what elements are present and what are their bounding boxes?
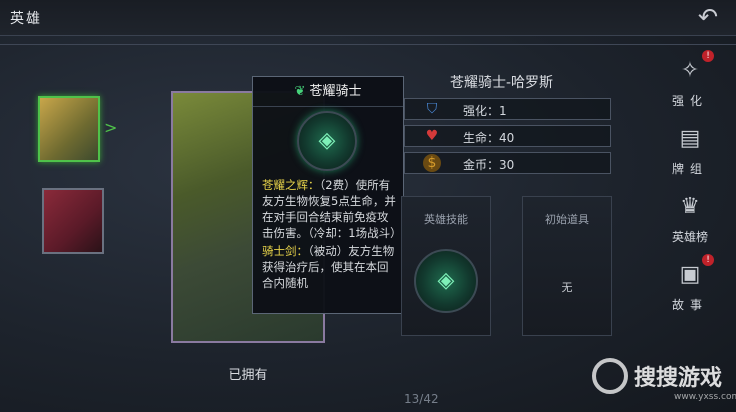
- menu-label: 故事: [671, 298, 708, 312]
- heart-icon: ♥: [425, 128, 439, 144]
- menu-story-button[interactable]: ▣ ! 故事: [660, 254, 720, 328]
- hero-skill-box[interactable]: 英雄技能 ◈: [401, 196, 491, 336]
- page-title: 英雄: [10, 11, 42, 27]
- ranking-icon: ♛: [680, 194, 700, 219]
- watermark: 搜搜游戏 www.yxss.com: [592, 354, 736, 408]
- hero-thumb-dark[interactable]: [42, 188, 104, 254]
- watermark-logo-icon: [592, 358, 628, 394]
- skill-1-name: 苍耀之辉：: [262, 178, 320, 192]
- skill-2-name: 骑士剑：: [262, 244, 308, 258]
- hero-skill-title: 英雄技能: [424, 213, 468, 226]
- stat-gold: $ 金币：30: [404, 152, 611, 174]
- top-bar: 英雄 ↶: [0, 0, 736, 36]
- tooltip-body: 苍耀之辉：（2费）使所有友方生物恢复5点生命，并在对手回合结束前免疫攻击伤害。（…: [262, 177, 396, 311]
- notification-badge: !: [702, 50, 714, 62]
- skill-1-desc: 苍耀之辉：（2费）使所有友方生物恢复5点生命，并在对手回合结束前免疫攻击伤害。（…: [262, 177, 396, 241]
- page-count: 13/42: [404, 392, 439, 406]
- header-divider: [0, 44, 736, 45]
- stat-health: ♥ 生命：40: [404, 125, 611, 147]
- menu-label: 英雄榜: [671, 230, 708, 244]
- watermark-text: 搜搜游戏: [634, 366, 723, 391]
- hero-name: 苍耀骑士-哈罗斯: [450, 75, 554, 91]
- skill-2-desc: 骑士剑：（被动）友方生物获得治疗后，使其在本回合内随机: [262, 243, 396, 291]
- menu-label: 强化: [671, 94, 708, 108]
- stat-upgrade: ⛉ 强化：1: [404, 98, 611, 120]
- stat-label: 生命：40: [463, 131, 515, 145]
- stat-label: 金币：30: [463, 158, 515, 172]
- hero-thumb-knight[interactable]: [38, 96, 100, 162]
- back-button[interactable]: ↶: [690, 2, 726, 32]
- selected-chevron-icon: >: [104, 118, 118, 137]
- watermark-url: www.yxss.com: [674, 392, 736, 402]
- owned-label: 已拥有: [228, 368, 268, 383]
- stat-label: 强化：1: [463, 104, 507, 118]
- leaf-icon: ❦: [294, 84, 306, 99]
- back-arrow-icon: ↶: [697, 3, 719, 31]
- menu-deck-button[interactable]: ▤ 牌组: [660, 122, 720, 192]
- tooltip-title: 苍耀骑士: [309, 84, 362, 99]
- knight-emblem-icon: ◈: [297, 111, 357, 171]
- skill-tooltip: ❦ 苍耀骑士 ◈ 苍耀之辉：（2费）使所有友方生物恢复5点生命，并在对手回合结束前…: [252, 76, 404, 314]
- cards-icon: ▤: [679, 126, 701, 151]
- menu-upgrade-button[interactable]: ✧ ! 强化: [660, 50, 720, 124]
- notification-badge: !: [702, 254, 714, 266]
- coin-icon: $: [423, 154, 441, 172]
- starting-item-title: 初始道具: [545, 213, 589, 226]
- starting-item-box: 初始道具 无: [522, 196, 612, 336]
- hero-skill-emblem-icon[interactable]: ◈: [414, 249, 478, 313]
- menu-label: 牌组: [671, 162, 708, 176]
- tooltip-header: ❦ 苍耀骑士: [253, 77, 403, 107]
- menu-ranking-button[interactable]: ♛ 英雄榜: [660, 190, 720, 260]
- starting-item-none: 无: [561, 281, 573, 294]
- shield-icon: ⛉: [426, 101, 438, 117]
